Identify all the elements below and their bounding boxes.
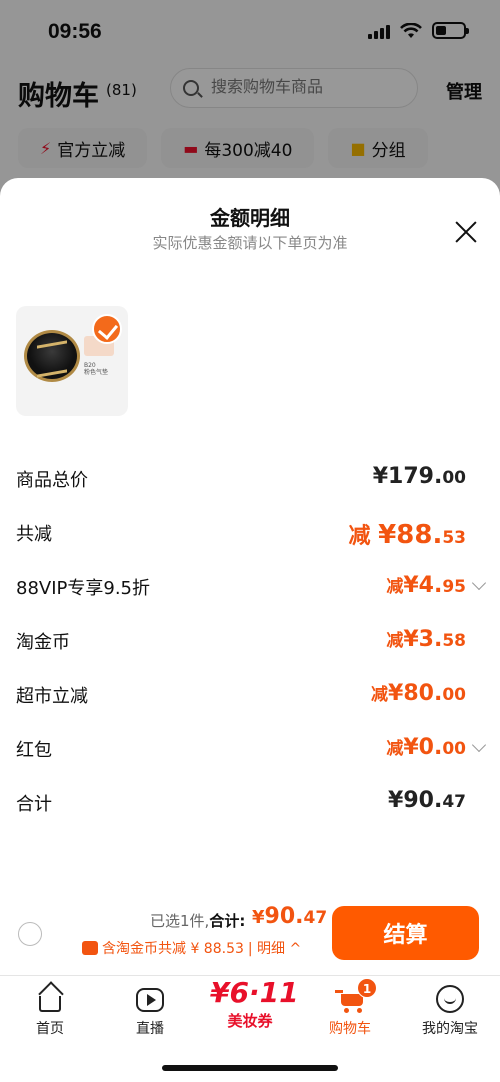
tab-label: 首页 [36,1021,64,1037]
settle-button[interactable]: 结算 [332,906,479,960]
row-value: 减¥80.00 [371,681,466,706]
row-value: 减¥0.00 [386,735,466,760]
promo-number: ¥6·11 [210,976,299,1009]
promo-label: 美妆券 [227,1012,273,1030]
home-icon [39,996,61,1012]
price-breakdown: 商品总价 ¥179.00 共减 减 ¥88.53 88VIP专享9.5折 减¥4… [16,460,487,838]
tab-label: 购物车 [329,1021,371,1037]
row-taobao-coin: 淘金币 减¥3.58 [16,622,484,676]
smile-face-icon [436,985,464,1013]
select-all-checkbox[interactable] [18,922,42,946]
tab-live[interactable]: 直播 [100,984,200,1038]
tab-home[interactable]: 首页 [0,984,100,1038]
row-label: 88VIP专享9.5折 [16,578,151,599]
row-label: 合计 [16,794,52,815]
coupon-icon [82,941,98,955]
tab-cart[interactable]: 1 购物车 [300,978,400,1038]
row-label: 商品总价 [16,470,88,491]
selected-summary: 已选1件,合计: [150,912,246,930]
row-value: 减¥3.58 [386,627,466,652]
row-red-packet[interactable]: 红包 减¥0.00 [16,730,487,784]
row-supermarket-discount: 超市立减 减¥80.00 [16,676,484,730]
chevron-down-icon[interactable] [471,737,487,753]
product-thumb-text: B20 粉色气垫 [84,362,109,376]
row-88vip-discount[interactable]: 88VIP专享9.5折 减¥4.95 [16,568,487,622]
chevron-down-icon[interactable] [471,575,487,591]
coin-discount-text: 含淘金币共减 ¥ 88.53 [102,941,244,957]
row-value: ¥90.47 [388,788,466,813]
row-grand-total: 合计 ¥90.47 [16,784,484,838]
row-label: 共减 [16,524,52,545]
live-tv-icon [136,988,164,1012]
modal-overlay[interactable] [0,0,500,200]
sheet-title: 金额明细 [210,206,290,230]
row-label: 超市立减 [16,686,88,707]
tab-label: 直播 [136,1021,164,1037]
sheet-subtitle: 实际优惠金额请以下单页为准 [152,234,348,252]
row-label: 淘金币 [16,632,70,653]
row-subtotal: 商品总价 ¥179.00 [16,460,484,514]
tab-promo-beauty-coupon[interactable]: ¥6·11 美妆券 [210,976,299,1031]
home-indicator [162,1065,338,1071]
checkout-total: ¥90.47 [252,904,328,929]
amount-detail-sheet: 金额明细 实际优惠金额请以下单页为准 B20 粉色气垫 商品总价 ¥179.00… [0,178,500,978]
row-value: 减¥4.95 [386,573,466,598]
cushion-compact-image [24,330,80,382]
row-total-discount: 共减 减 ¥88.53 [16,514,484,568]
cart-badge: 1 [357,978,377,998]
product-thumbnail[interactable]: B20 粉色气垫 [16,306,128,416]
row-value: 减 ¥88.53 [348,520,467,550]
detail-toggle[interactable]: | 明细 ^ [248,938,301,958]
checkmark-icon[interactable] [92,314,122,344]
tab-label: 我的淘宝 [422,1021,478,1037]
row-label: 红包 [16,740,52,761]
tab-my-taobao[interactable]: 我的淘宝 [400,984,500,1038]
coin-discount-line[interactable]: 含淘金币共减 ¥ 88.53 | 明细 ^ [82,938,301,958]
row-value: ¥179.00 [372,464,466,489]
checkout-bar: 已选1件,合计: ¥90.47 含淘金币共减 ¥ 88.53 | 明细 ^ 结算 [0,896,500,974]
close-icon[interactable] [454,220,478,244]
